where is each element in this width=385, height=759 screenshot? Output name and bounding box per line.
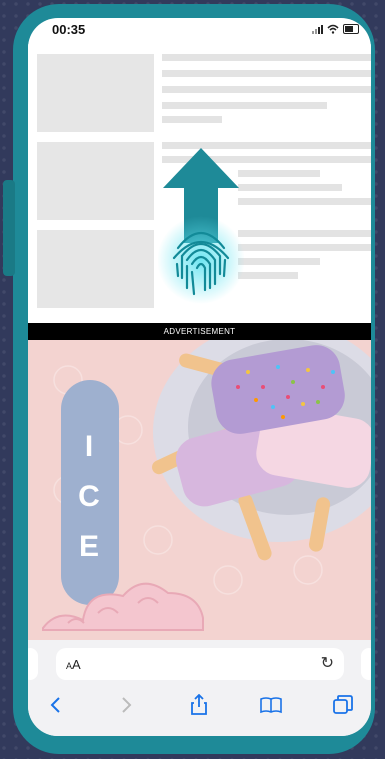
signal-icon [312,24,323,34]
placeholder-thumbnail [37,54,154,132]
bookmarks-icon [260,697,282,714]
placeholder-thumbnail [37,230,154,308]
share-icon [191,694,207,715]
placeholder-line [238,244,371,251]
reload-icon[interactable]: ↻ [321,653,334,673]
share-button[interactable] [184,690,214,720]
forward-icon [122,697,132,713]
placeholder-line [162,102,327,109]
placeholder-line [162,116,222,123]
side-button [3,180,15,276]
address-bar[interactable]: AA ↻ [56,648,344,680]
placeholder-line [238,258,320,265]
forward-button[interactable] [112,690,142,720]
advertisement-banner[interactable]: I C E [28,340,371,640]
placeholder-line [162,70,371,77]
next-tab-preview[interactable] [361,648,371,680]
tabs-icon [333,695,353,714]
previous-tab-preview[interactable] [28,648,38,680]
placeholder-line [162,86,371,93]
phone-screen: 00:35 ADVERTISEMENT I C E AA ↻ [28,18,371,736]
placeholder-line [238,198,371,205]
popsicle-plate-image [152,340,371,561]
advertisement-label: ADVERTISEMENT [28,323,371,340]
wifi-icon [327,24,339,34]
swipe-up-arrow-icon [157,148,245,304]
text-size-button[interactable]: AA [66,657,81,672]
status-time: 00:35 [52,22,86,37]
status-bar: 00:35 [28,18,371,44]
bookmarks-button[interactable] [256,690,286,720]
back-icon [50,697,60,713]
placeholder-line [238,170,320,177]
back-button[interactable] [40,690,70,720]
placeholder-line [238,272,298,279]
placeholder-line [238,230,371,237]
cloud-decoration [42,582,204,631]
placeholder-line [238,184,342,191]
tabs-button[interactable] [328,690,358,720]
ice-letter: E [78,530,101,563]
status-icons [312,24,359,34]
ice-letter: I [84,430,96,463]
swipe-up-indicator [157,148,245,308]
browser-toolbar: AA ↻ [28,640,371,736]
placeholder-thumbnail [37,142,154,220]
battery-icon [343,24,359,34]
placeholder-line [162,54,371,61]
ice-letter: C [78,480,102,513]
